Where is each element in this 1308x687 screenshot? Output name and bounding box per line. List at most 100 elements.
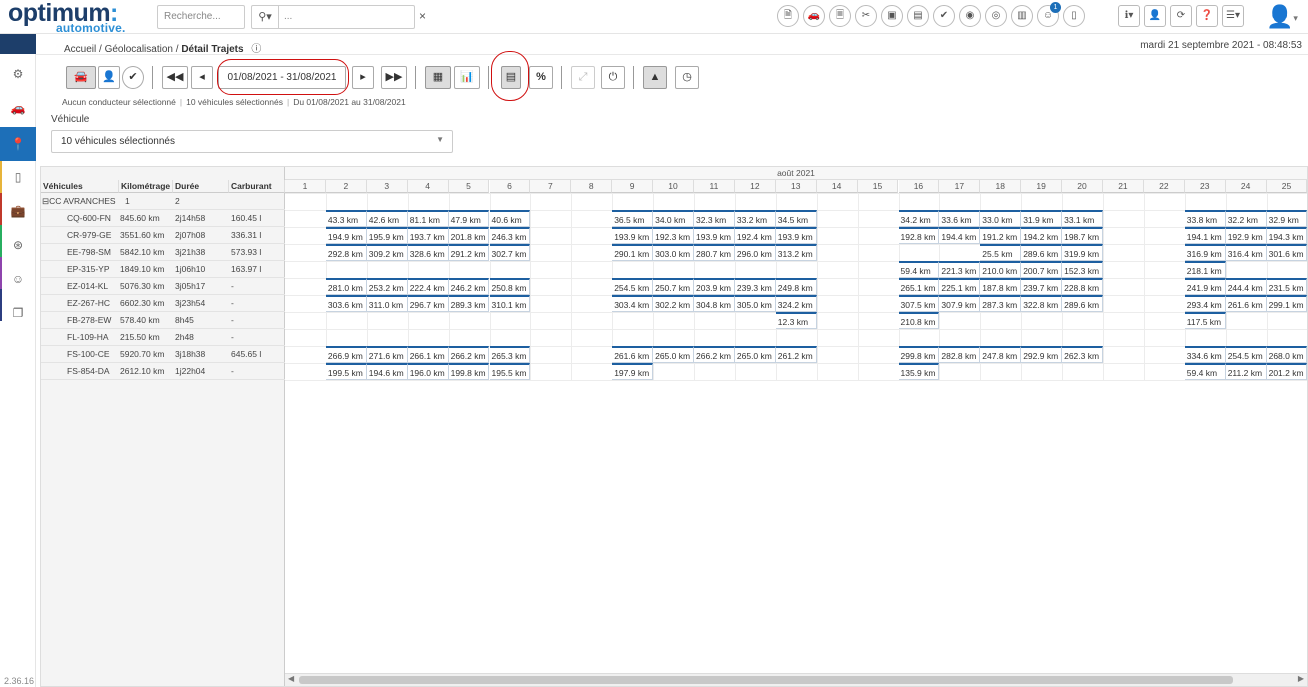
trip-distance-cell[interactable]: 241.9 km (1184, 278, 1226, 295)
trip-distance-cell[interactable]: 81.1 km (407, 210, 449, 227)
trip-distance-cell[interactable]: 221.3 km (939, 261, 981, 278)
trip-distance-cell[interactable]: 281.0 km (325, 278, 367, 295)
expand-button[interactable]: ⤢ (571, 66, 595, 89)
trip-distance-cell[interactable]: 265.0 km (734, 346, 776, 363)
fuel-card-icon[interactable]: ▣ (881, 5, 903, 27)
trip-distance-cell[interactable]: 218.1 km (1184, 261, 1226, 278)
col-header-vehicle[interactable]: Véhicules (41, 180, 119, 193)
trip-distance-cell[interactable]: 313.2 km (775, 244, 817, 261)
trip-distance-cell[interactable]: 261.2 km (775, 346, 817, 363)
trip-distance-cell[interactable]: 40.6 km (489, 210, 531, 227)
trip-distance-cell[interactable]: 152.3 km (1062, 261, 1103, 278)
trip-distance-cell[interactable]: 246.2 km (448, 278, 490, 295)
car-image-icon[interactable]: ▥ (1011, 5, 1033, 27)
day-header[interactable]: 19 (1021, 180, 1063, 193)
trip-distance-cell[interactable]: 194.1 km (1184, 227, 1226, 244)
car-alert-icon[interactable]: ◎ (985, 5, 1007, 27)
location-dropdown-button[interactable]: ⚲▾ (251, 5, 279, 29)
car-user-icon[interactable]: 🚗 (803, 5, 825, 27)
trip-distance-cell[interactable]: 289.6 km (1021, 244, 1063, 261)
trip-distance-cell[interactable]: 311.0 km (366, 295, 408, 312)
trip-distance-cell[interactable]: 304.8 km (694, 295, 735, 312)
trip-distance-cell[interactable]: 287.3 km (980, 295, 1022, 312)
sidebar-item-fleet[interactable]: 🚗 (0, 92, 36, 124)
trip-distance-cell[interactable]: 231.5 km (1266, 278, 1308, 295)
trip-distance-cell[interactable]: 305.0 km (734, 295, 776, 312)
tools-icon[interactable]: ✂ (855, 5, 877, 27)
trip-distance-cell[interactable]: 261.6 km (612, 346, 654, 363)
day-header[interactable]: 10 (653, 180, 694, 193)
trip-distance-cell[interactable]: 222.4 km (407, 278, 449, 295)
trip-distance-cell[interactable]: 197.9 km (612, 363, 654, 380)
driver-icon[interactable]: ☺ 1 (1037, 2, 1061, 27)
trip-distance-cell[interactable]: 254.5 km (612, 278, 654, 295)
vehicle-row[interactable]: EE-798-SM 5842.10 km 3j21h38 573.93 l (41, 244, 285, 261)
driver-user-button[interactable]: 👤 (1144, 5, 1166, 27)
vehicle-row[interactable]: CQ-600-FN 845.60 km 2j14h58 160.45 l (41, 210, 285, 227)
trip-distance-cell[interactable]: 324.2 km (775, 295, 817, 312)
vehicle-row[interactable]: FS-100-CE 5920.70 km 3j18h38 645.65 l (41, 346, 285, 363)
trip-distance-cell[interactable]: 266.2 km (694, 346, 735, 363)
trip-distance-cell[interactable]: 265.3 km (489, 346, 531, 363)
toll-icon[interactable]: ▤ (907, 5, 929, 27)
group-row[interactable]: ⊟CC AVRANCHES 1 2 (41, 193, 285, 210)
previous-month-button[interactable]: ◀◀ (162, 66, 188, 89)
trip-distance-cell[interactable]: 196.0 km (407, 363, 449, 380)
trip-distance-cell[interactable]: 319.9 km (1062, 244, 1103, 261)
percent-button[interactable]: % (529, 66, 553, 89)
trip-distance-cell[interactable]: 33.2 km (734, 210, 776, 227)
day-header[interactable]: 11 (694, 180, 735, 193)
trip-distance-cell[interactable]: 254.5 km (1225, 346, 1267, 363)
vehicle-view-button[interactable]: 🚘 (66, 66, 96, 89)
trip-distance-cell[interactable]: 203.9 km (694, 278, 735, 295)
trip-distance-cell[interactable]: 253.2 km (366, 278, 408, 295)
trip-distance-cell[interactable]: 296.7 km (407, 295, 449, 312)
day-header[interactable]: 21 (1103, 180, 1144, 193)
trip-distance-cell[interactable]: 32.2 km (1225, 210, 1267, 227)
trip-distance-cell[interactable]: 25.5 km (980, 244, 1022, 261)
trip-distance-cell[interactable]: 192.3 km (653, 227, 694, 244)
driver-view-button[interactable]: 👤 (98, 66, 120, 89)
trip-distance-cell[interactable]: 250.7 km (653, 278, 694, 295)
col-header-fuel[interactable]: Carburant (229, 180, 285, 193)
scroll-right-icon[interactable]: ▶ (1298, 674, 1304, 683)
trip-distance-cell[interactable]: 191.2 km (980, 227, 1022, 244)
trip-distance-cell[interactable]: 201.8 km (448, 227, 490, 244)
horizontal-scrollbar[interactable]: ◀ ▶ (285, 673, 1307, 686)
trip-distance-cell[interactable]: 194.9 km (325, 227, 367, 244)
col-header-duration[interactable]: Durée (173, 180, 229, 193)
trip-distance-cell[interactable]: 289.6 km (1062, 295, 1103, 312)
sidebar-item-geolocation[interactable]: 📍 (0, 127, 36, 161)
trip-distance-cell[interactable]: 193.9 km (775, 227, 817, 244)
trip-distance-cell[interactable]: 33.1 km (1062, 210, 1103, 227)
trip-distance-cell[interactable]: 292.9 km (1021, 346, 1063, 363)
day-header[interactable]: 9 (612, 180, 654, 193)
trip-distance-cell[interactable]: 244.4 km (1225, 278, 1267, 295)
trip-distance-cell[interactable]: 268.0 km (1266, 346, 1308, 363)
trip-distance-cell[interactable]: 59.4 km (1184, 363, 1226, 380)
trip-distance-cell[interactable]: 195.9 km (366, 227, 408, 244)
trip-distance-cell[interactable]: 200.7 km (1021, 261, 1063, 278)
trip-distance-cell[interactable]: 271.6 km (366, 346, 408, 363)
scroll-left-icon[interactable]: ◀ (288, 674, 294, 683)
trip-distance-cell[interactable]: 309.2 km (366, 244, 408, 261)
trip-distance-cell[interactable]: 299.8 km (898, 346, 940, 363)
validate-button[interactable]: ✔ (122, 66, 144, 89)
day-header[interactable]: 18 (980, 180, 1022, 193)
sidebar-item-documents[interactable]: ❐ (0, 297, 36, 329)
time-button[interactable]: ◷ (675, 66, 699, 89)
sidebar-item-phone[interactable]: ▯ (0, 161, 36, 193)
trip-distance-cell[interactable]: 290.1 km (612, 244, 654, 261)
vehicle-select[interactable]: 10 véhicules sélectionnés ▼ (51, 130, 453, 153)
trip-distance-cell[interactable]: 303.0 km (653, 244, 694, 261)
trip-distance-cell[interactable]: 195.5 km (489, 363, 531, 380)
day-header[interactable]: 12 (734, 180, 776, 193)
table-view-button[interactable]: ▦ (425, 66, 451, 89)
trip-distance-cell[interactable]: 266.9 km (325, 346, 367, 363)
trip-distance-cell[interactable]: 225.1 km (939, 278, 981, 295)
vehicle-row[interactable]: EZ-014-KL 5076.30 km 3j05h17 - (41, 278, 285, 295)
trip-distance-cell[interactable]: 328.6 km (407, 244, 449, 261)
trip-distance-cell[interactable]: 289.3 km (448, 295, 490, 312)
trip-distance-cell[interactable]: 34.2 km (898, 210, 940, 227)
trip-distance-cell[interactable]: 201.2 km (1266, 363, 1308, 380)
